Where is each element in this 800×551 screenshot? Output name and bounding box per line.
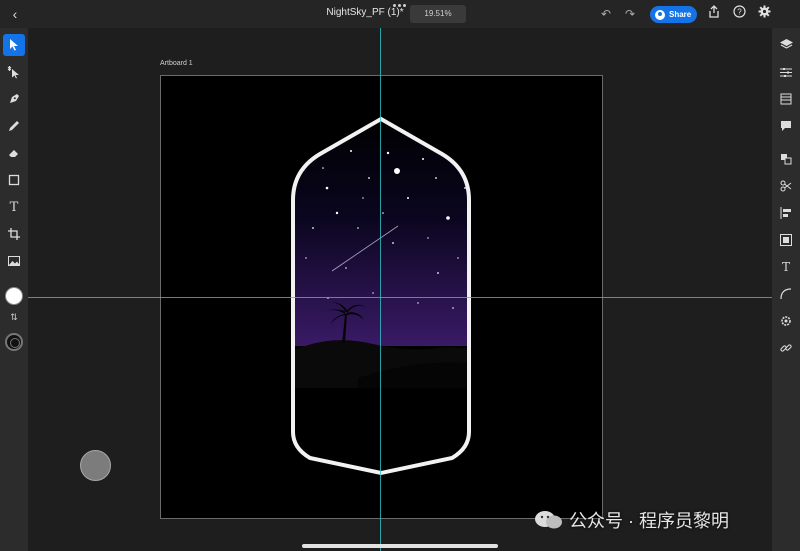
pencil-tool-icon[interactable] — [3, 115, 25, 137]
select-tool-icon[interactable] — [3, 34, 25, 56]
undo-icon[interactable]: ↶ — [597, 5, 615, 23]
font-icon[interactable]: T — [777, 258, 795, 276]
user-icon — [655, 9, 665, 20]
share-button[interactable]: Share — [650, 6, 697, 23]
crop-tool-icon[interactable] — [3, 223, 25, 245]
pen-tool-icon[interactable] — [3, 88, 25, 110]
vertical-guide[interactable] — [380, 28, 381, 551]
redo-icon[interactable]: ↷ — [621, 5, 639, 23]
swap-colors-icon[interactable]: ⇅ — [6, 312, 22, 326]
right-toolbar: T — [772, 28, 800, 551]
touch-shortcut-button[interactable] — [80, 450, 111, 481]
path-icon[interactable] — [777, 177, 795, 195]
document-title[interactable]: NightSky_PF (1)* — [320, 7, 410, 18]
watermark: 公众号 · 程序员黎明 — [533, 507, 729, 533]
help-icon[interactable]: ? — [730, 5, 748, 23]
svg-text:?: ? — [737, 7, 742, 16]
text-tool-icon[interactable]: T — [3, 196, 25, 218]
app-window: ‹ NightSky_PF (1)* 19.51% ↶ ↷ Share ? T … — [0, 0, 800, 551]
home-indicator[interactable] — [302, 544, 498, 548]
comments-icon[interactable] — [777, 117, 795, 135]
image-tool-icon[interactable] — [3, 250, 25, 272]
stroke-color-swatch[interactable] — [5, 333, 23, 351]
gear-icon[interactable] — [755, 5, 773, 23]
align-icon[interactable] — [777, 204, 795, 222]
badge-interior — [293, 119, 469, 475]
night-sky-badge[interactable] — [28, 28, 772, 551]
rectangle-tool-icon[interactable] — [3, 169, 25, 191]
wechat-icon — [533, 510, 565, 530]
watermark-text: 公众号 · 程序员黎明 — [569, 511, 729, 531]
canvas[interactable]: Artboard 1 — [28, 28, 772, 551]
share-label: Share — [669, 10, 692, 19]
repeat-grid-icon[interactable] — [777, 231, 795, 249]
export-icon[interactable] — [705, 5, 723, 23]
horizontal-guide[interactable] — [28, 297, 772, 298]
top-bar: ‹ NightSky_PF (1)* 19.51% ↶ ↷ Share ? — [0, 0, 800, 28]
layers-icon[interactable] — [777, 36, 795, 54]
left-toolbar: T ⇅ — [0, 28, 28, 551]
chevron-left-icon[interactable]: ‹ — [6, 4, 24, 24]
fill-color-swatch[interactable] — [5, 287, 23, 305]
libraries-icon[interactable] — [777, 90, 795, 108]
link-icon[interactable] — [777, 339, 795, 357]
direct-select-tool-icon[interactable] — [3, 61, 25, 83]
eraser-tool-icon[interactable] — [3, 142, 25, 164]
properties-icon[interactable] — [777, 63, 795, 81]
arrange-icon[interactable] — [777, 150, 795, 168]
zoom-level[interactable]: 19.51% — [410, 5, 466, 23]
settings-icon[interactable] — [777, 312, 795, 330]
curve-icon[interactable] — [777, 285, 795, 303]
